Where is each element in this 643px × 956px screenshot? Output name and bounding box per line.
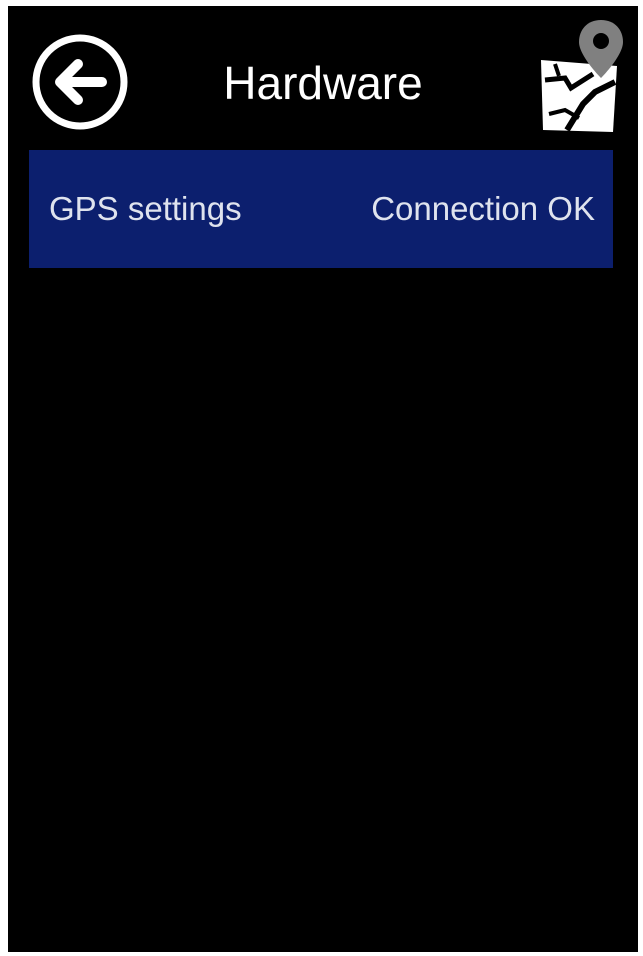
map-pin-icon — [541, 20, 623, 132]
list-item-gps-settings[interactable]: GPS settings Connection OK — [29, 150, 613, 268]
page-title: Hardware — [223, 57, 423, 109]
back-button[interactable] — [30, 32, 130, 132]
map-button[interactable] — [535, 18, 627, 136]
gps-settings-label: GPS settings — [49, 190, 242, 227]
header: Hardware — [8, 6, 638, 148]
connection-status: Connection OK — [371, 190, 595, 227]
hardware-screen: Hardware GPS settings Connection OK — [8, 6, 638, 952]
arrow-left-circle-icon — [32, 34, 128, 130]
